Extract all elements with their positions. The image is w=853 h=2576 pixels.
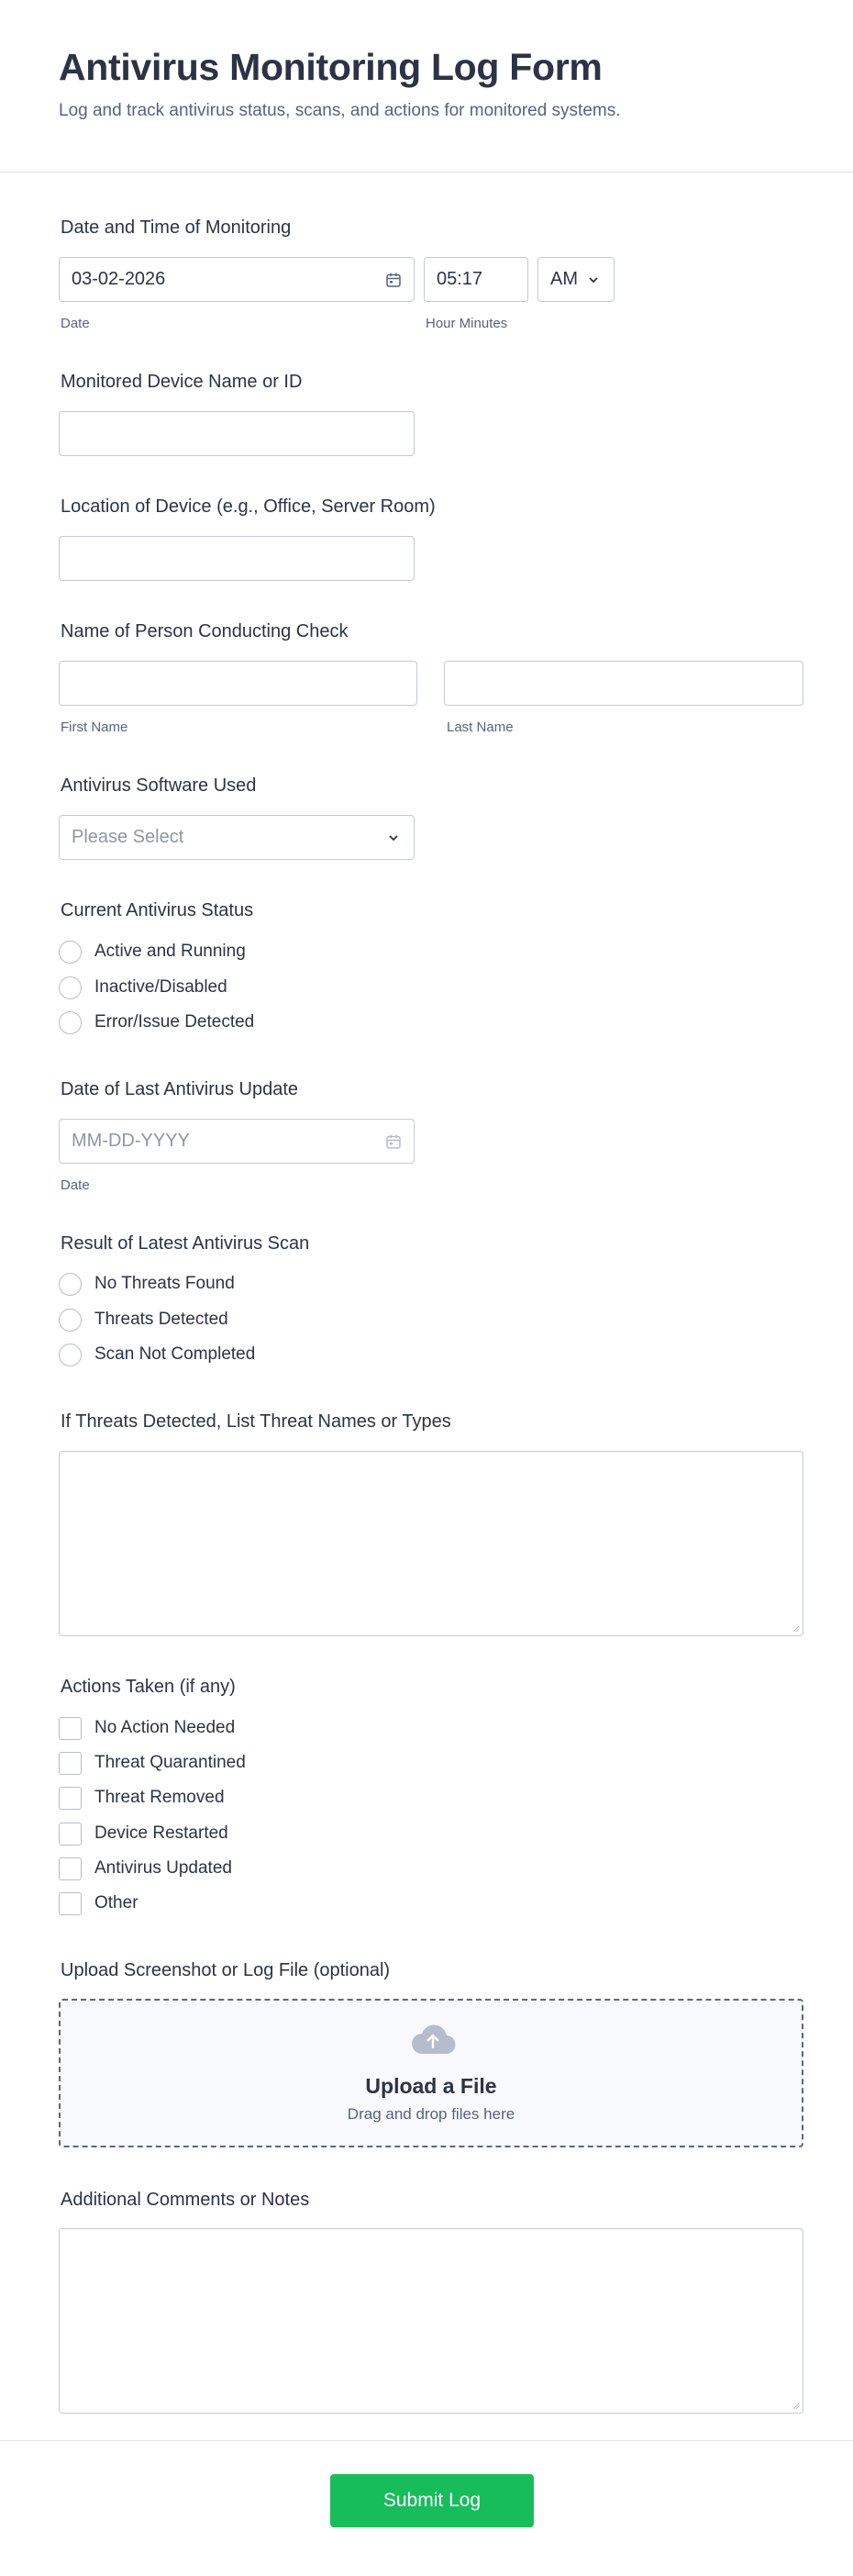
form-header: Antivirus Monitoring Log Form Log and tr… [0, 0, 853, 173]
form-title: Antivirus Monitoring Log Form [59, 46, 603, 88]
threats-label: If Threats Detected, List Threat Names o… [61, 1411, 451, 1432]
actions-label: Actions Taken (if any) [61, 1677, 236, 1697]
radio-button[interactable] [59, 940, 82, 964]
checkbox[interactable] [59, 1786, 82, 1810]
last-name-input[interactable] [444, 661, 803, 706]
resize-grip-icon [792, 1625, 800, 1633]
action-option[interactable]: Device Restarted [59, 1820, 228, 1847]
date-value: 03-02-2026 [72, 269, 166, 289]
last-name-sublabel: Last Name [447, 719, 514, 735]
file-upload-dropzone[interactable]: Upload a File Drag and drop files here [59, 1999, 803, 2147]
upload-label: Upload Screenshot or Log File (optional) [61, 1960, 391, 1980]
person-label: Name of Person Conducting Check [61, 621, 349, 641]
action-option[interactable]: No Action Needed [59, 1714, 235, 1742]
status-option[interactable]: Inactive/Disabled [59, 974, 227, 1001]
threats-textarea[interactable] [59, 1451, 803, 1636]
resize-grip-icon [792, 2403, 800, 2410]
scan-option[interactable]: No Threats Found [59, 1270, 235, 1298]
action-option[interactable]: Other [59, 1890, 138, 1917]
scan-option-label: No Threats Found [94, 1274, 235, 1293]
location-input[interactable] [59, 536, 415, 581]
status-option-label: Error/Issue Detected [94, 1012, 255, 1032]
action-option-label: Antivirus Updated [94, 1858, 232, 1878]
upload-subtitle: Drag and drop files here [347, 2105, 515, 2123]
software-placeholder: Please Select [72, 827, 184, 847]
status-option[interactable]: Error/Issue Detected [59, 1009, 254, 1036]
radio-button[interactable] [59, 1272, 82, 1296]
action-option[interactable]: Antivirus Updated [59, 1855, 232, 1882]
action-option-label: No Action Needed [94, 1718, 236, 1737]
checkbox[interactable] [59, 1716, 82, 1740]
status-label: Current Antivirus Status [61, 900, 254, 920]
date-input[interactable]: 03-02-2026 [59, 257, 415, 302]
last-update-placeholder: MM-DD-YYYY [72, 1131, 190, 1151]
location-label: Location of Device (e.g., Office, Server… [61, 496, 436, 517]
ampm-value: AM [550, 269, 578, 289]
time-input[interactable]: 05:17 [424, 257, 528, 302]
radio-button[interactable] [59, 976, 82, 999]
scan-option[interactable]: Scan Not Completed [59, 1341, 255, 1368]
scan-option-label: Threats Detected [94, 1310, 228, 1329]
status-option-label: Inactive/Disabled [94, 977, 227, 997]
checkbox[interactable] [59, 1822, 82, 1846]
last-update-input[interactable]: MM-DD-YYYY [59, 1119, 415, 1164]
chevron-down-icon [585, 272, 602, 288]
device-input[interactable] [59, 411, 415, 456]
submit-button[interactable]: Submit Log [330, 2474, 534, 2527]
date-sublabel: Date [61, 316, 90, 331]
action-option-label: Other [94, 1893, 138, 1912]
first-name-input[interactable] [59, 661, 417, 706]
radio-button[interactable] [59, 1010, 82, 1034]
form-footer: Submit Log [0, 2440, 853, 2576]
action-option[interactable]: Threat Removed [59, 1784, 225, 1812]
device-label: Monitored Device Name or ID [61, 372, 303, 392]
radio-button[interactable] [59, 1308, 82, 1332]
cloud-upload-icon [412, 2024, 456, 2055]
software-label: Antivirus Software Used [61, 775, 257, 796]
radio-button[interactable] [59, 1343, 82, 1366]
datetime-label: Date and Time of Monitoring [61, 217, 292, 238]
comments-textarea[interactable] [59, 2228, 803, 2414]
status-option-label: Active and Running [94, 942, 246, 961]
calendar-icon[interactable] [385, 1133, 402, 1150]
form-subtitle: Log and track antivirus status, scans, a… [59, 101, 621, 120]
checkbox[interactable] [59, 1751, 82, 1775]
action-option-label: Device Restarted [94, 1823, 228, 1843]
action-option-label: Threat Quarantined [94, 1753, 246, 1772]
first-name-sublabel: First Name [61, 719, 128, 735]
scan-option-label: Scan Not Completed [94, 1344, 256, 1364]
scan-label: Result of Latest Antivirus Scan [61, 1233, 310, 1254]
last-update-label: Date of Last Antivirus Update [61, 1079, 299, 1099]
upload-title: Upload a File [365, 2074, 497, 2098]
time-sublabel: Hour Minutes [426, 316, 508, 331]
checkbox[interactable] [59, 1891, 82, 1915]
time-value: 05:17 [437, 269, 483, 289]
action-option-label: Threat Removed [94, 1788, 225, 1807]
comments-label: Additional Comments or Notes [61, 2190, 310, 2210]
scan-option[interactable]: Threats Detected [59, 1306, 228, 1333]
chevron-down-icon [385, 830, 402, 846]
action-option[interactable]: Threat Quarantined [59, 1749, 246, 1777]
status-option[interactable]: Active and Running [59, 938, 246, 965]
checkbox[interactable] [59, 1857, 82, 1880]
last-update-sublabel: Date [61, 1177, 90, 1193]
calendar-icon[interactable] [385, 272, 402, 288]
ampm-select[interactable]: AM [537, 257, 615, 302]
software-select[interactable]: Please Select [59, 815, 415, 860]
